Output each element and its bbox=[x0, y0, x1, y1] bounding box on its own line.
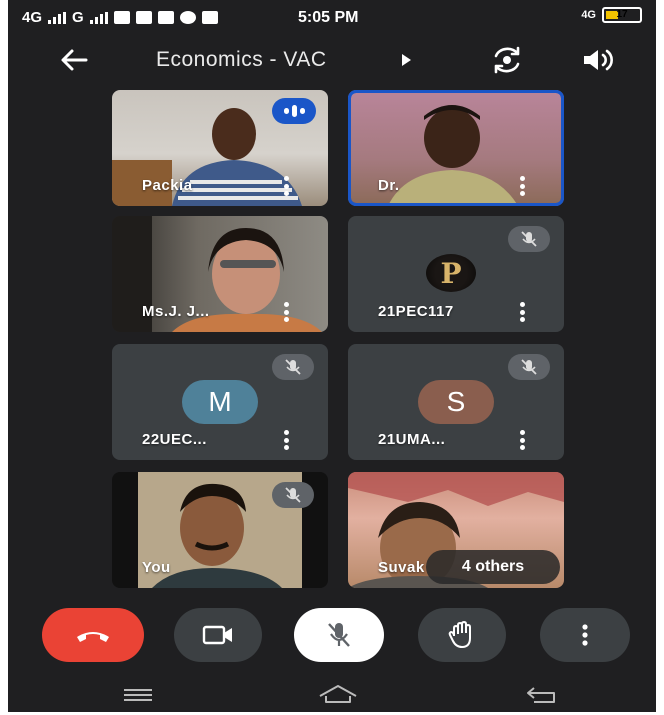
more-vert-icon[interactable] bbox=[520, 430, 526, 450]
battery-icon: 17 bbox=[602, 7, 642, 23]
participant-tile[interactable]: P 21PEC117 bbox=[348, 216, 564, 332]
end-call-button[interactable] bbox=[42, 608, 144, 662]
participant-tile[interactable]: S 21UMA... bbox=[348, 344, 564, 460]
signal-icon-2 bbox=[89, 11, 108, 24]
more-vert-icon[interactable] bbox=[284, 176, 290, 196]
back-nav-icon[interactable] bbox=[524, 684, 560, 706]
mic-off-icon bbox=[508, 354, 550, 380]
more-vert-icon bbox=[582, 624, 588, 646]
others-count-chip[interactable]: 4 others bbox=[426, 550, 560, 584]
hang-up-icon bbox=[77, 632, 109, 642]
network-label-g: G bbox=[72, 9, 84, 26]
participant-name: Dr. bbox=[378, 177, 400, 194]
participant-name: Ms.J. J... bbox=[142, 303, 210, 320]
avatar-letter: M bbox=[208, 386, 232, 417]
avatar-letter: S bbox=[446, 386, 466, 417]
speaker-icon[interactable] bbox=[580, 44, 616, 76]
battery-level: 17 bbox=[616, 9, 628, 20]
mic-off-icon bbox=[328, 623, 350, 647]
avatar: M bbox=[182, 380, 258, 424]
app-icon bbox=[179, 11, 196, 24]
self-view-tile[interactable]: You bbox=[112, 472, 328, 588]
home-icon[interactable] bbox=[316, 682, 360, 706]
participant-tile[interactable]: M 22UEC... bbox=[112, 344, 328, 460]
mail-icon bbox=[113, 11, 130, 24]
network-label-4g: 4G bbox=[22, 9, 43, 26]
avatar: P bbox=[426, 254, 476, 292]
camera-toggle-button[interactable] bbox=[174, 608, 262, 662]
avatar: S bbox=[418, 380, 494, 424]
participant-name: 22UEC... bbox=[142, 431, 207, 448]
facebook-icon bbox=[135, 11, 152, 24]
youtube-icon bbox=[157, 11, 174, 24]
participant-name: 21UMA... bbox=[378, 431, 446, 448]
system-nav-bar bbox=[8, 676, 656, 712]
more-vert-icon[interactable] bbox=[284, 302, 290, 322]
switch-camera-icon[interactable] bbox=[488, 44, 526, 76]
status-bar: 4G G 5:05 PM 4G 17 bbox=[8, 0, 656, 36]
more-vert-icon[interactable] bbox=[284, 430, 290, 450]
participant-tile[interactable]: Packia bbox=[112, 90, 328, 206]
participant-name: 21PEC117 bbox=[378, 303, 454, 320]
participant-name: Suvak bbox=[378, 559, 425, 576]
speaking-indicator-icon bbox=[272, 98, 316, 124]
signal-icon bbox=[48, 11, 67, 24]
video-camera-icon bbox=[202, 625, 232, 645]
more-vert-icon[interactable] bbox=[520, 302, 526, 322]
network-label-right: 4G bbox=[581, 9, 596, 21]
participant-tile-active[interactable]: Dr. bbox=[348, 90, 564, 206]
back-arrow-icon[interactable] bbox=[56, 44, 92, 76]
microphone-toggle-button[interactable] bbox=[294, 608, 384, 662]
raise-hand-button[interactable] bbox=[418, 608, 506, 662]
status-right: 4G 17 bbox=[581, 7, 642, 23]
gallery-icon bbox=[201, 11, 218, 24]
clock: 5:05 PM bbox=[298, 9, 359, 26]
chevron-right-icon[interactable] bbox=[402, 54, 411, 66]
mic-off-icon bbox=[508, 226, 550, 252]
call-header: Economics - VAC bbox=[8, 38, 656, 82]
recent-apps-icon[interactable] bbox=[122, 688, 154, 702]
participant-name: Packia bbox=[142, 177, 193, 194]
raise-hand-icon bbox=[448, 621, 471, 648]
avatar-letter: P bbox=[440, 256, 462, 290]
participant-tile[interactable]: Ms.J. J... bbox=[112, 216, 328, 332]
more-vert-icon[interactable] bbox=[520, 176, 526, 196]
mic-off-icon bbox=[272, 482, 314, 508]
meet-screen: 4G G 5:05 PM 4G 17 Economics - VAC Packi… bbox=[8, 0, 656, 712]
more-options-button[interactable] bbox=[540, 608, 630, 662]
mic-off-icon bbox=[272, 354, 314, 380]
participant-name: You bbox=[142, 559, 171, 576]
meeting-title[interactable]: Economics - VAC bbox=[156, 48, 327, 72]
status-left: 4G G bbox=[22, 9, 218, 26]
